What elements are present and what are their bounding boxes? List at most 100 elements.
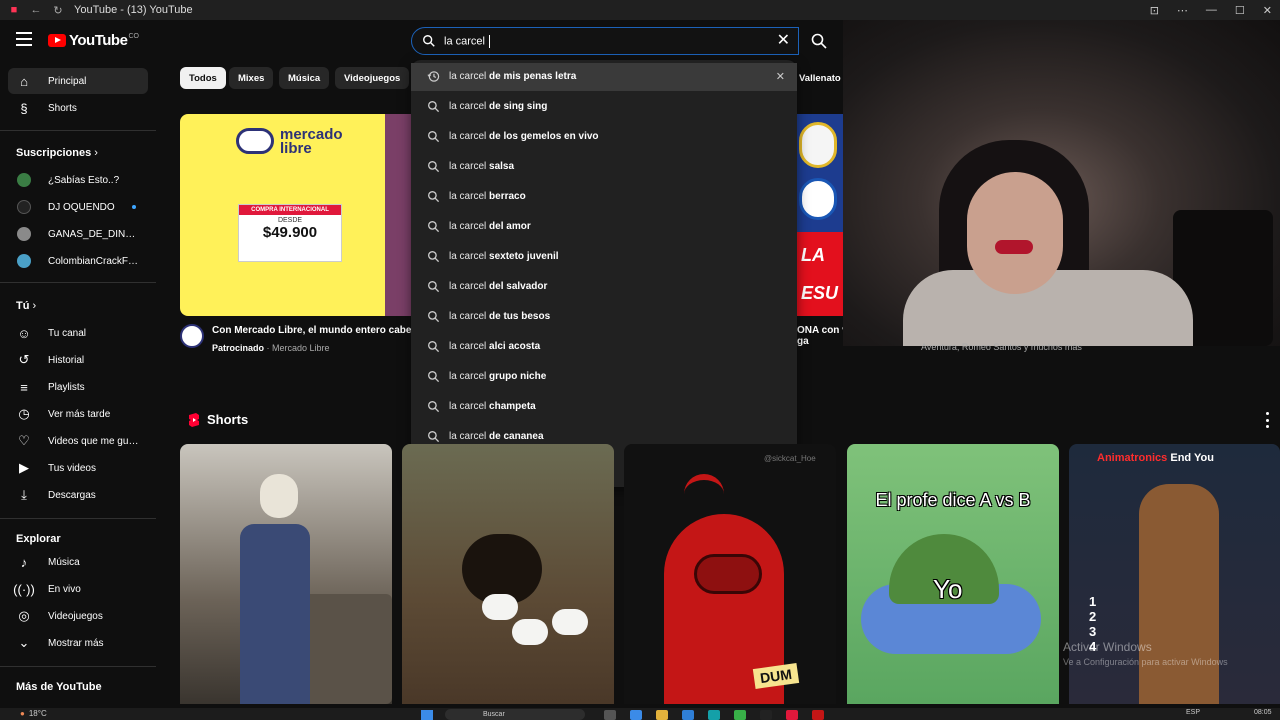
clear-search-icon[interactable]: ✕ — [777, 33, 790, 49]
close-window-button[interactable]: ✕ — [1263, 4, 1272, 17]
search-icon — [428, 311, 440, 323]
you-heading[interactable]: Tú › — [16, 300, 36, 312]
sidebar-item-tus-videos[interactable]: ▶ Tus videos — [8, 455, 148, 481]
search-input[interactable]: la carcel ✕ — [411, 27, 799, 55]
mercado-libre-logo-icon — [236, 128, 274, 154]
youtube-logo[interactable]: YouTube CO — [48, 32, 139, 49]
suggestion-text: la carcel del salvador — [449, 281, 548, 292]
sidebar-item-liked-videos[interactable]: ♡ Videos que me gus... — [8, 428, 148, 454]
short-thumbnail[interactable]: El profe dice A vs B Yo — [847, 444, 1059, 704]
search-suggestion[interactable]: la carcel de los gemelos en vivo — [411, 123, 797, 151]
search-suggestion[interactable]: la carcel del salvador — [411, 273, 797, 301]
chip-mixes[interactable]: Mixes — [229, 67, 274, 89]
app-menu-icon[interactable]: ⊡ — [1150, 4, 1159, 17]
live-icon: ((·)) — [13, 581, 35, 597]
suggestion-text: la carcel de cananea — [449, 431, 544, 442]
sidebar-item-tu-canal[interactable]: ☺ Tu canal — [8, 320, 148, 346]
menu-icon[interactable] — [16, 32, 32, 46]
search-suggestion[interactable]: la carcel champeta — [411, 393, 797, 421]
suggestion-text: la carcel salsa — [449, 161, 515, 172]
advertiser-avatar[interactable] — [180, 324, 204, 348]
ad-title[interactable]: Con Mercado Libre, el mundo entero cabe — [212, 325, 412, 336]
suggestion-text: la carcel del amor — [449, 221, 531, 232]
reload-icon[interactable]: ↻ — [50, 4, 66, 17]
taskbar-app-icon[interactable] — [656, 710, 668, 720]
maximize-button[interactable]: ☐ — [1235, 4, 1245, 17]
short-thumbnail[interactable]: @sickcat_Hoe DUM — [624, 444, 836, 704]
search-suggestion[interactable]: la carcel de tus besos — [411, 303, 797, 331]
taskbar-app-icon[interactable] — [760, 710, 772, 720]
sidebar-item-subscription[interactable]: DJ OQUENDO — [8, 194, 148, 220]
search-button[interactable] — [800, 27, 838, 55]
person-coat — [903, 270, 1193, 346]
more-options-icon[interactable] — [1264, 412, 1270, 428]
taskbar-app-icon[interactable] — [682, 710, 694, 720]
sidebar-item-subscription[interactable]: ¿Sabías Esto..? — [8, 167, 148, 193]
clock[interactable]: 08:05 — [1254, 709, 1272, 716]
short-handle: @sickcat_Hoe — [764, 454, 816, 463]
advertiser-name[interactable]: Mercado Libre — [272, 343, 330, 353]
start-button[interactable] — [421, 710, 433, 720]
language-indicator[interactable]: ESP — [1186, 709, 1200, 716]
search-suggestion[interactable]: la carcel del amor — [411, 213, 797, 241]
taskbar-app-icon[interactable] — [786, 710, 798, 720]
search-suggestion[interactable]: la carcel de mis penas letra ✕ — [411, 63, 797, 91]
sidebar-item-en-vivo[interactable]: ((·)) En vivo — [8, 576, 148, 602]
sidebar-item-subscription[interactable]: GANAS_DE_DINERO — [8, 221, 148, 247]
weather-widget[interactable]: ● 18°C — [20, 709, 47, 718]
ad-thumbnail[interactable]: mercado libre COMPRA INTERNACIONAL DESDE … — [180, 114, 411, 316]
logo-text: YouTube — [69, 32, 128, 49]
taskbar-app-icon[interactable] — [604, 710, 616, 720]
subscriptions-heading[interactable]: Suscripciones › — [16, 147, 98, 159]
taskbar-search[interactable]: Buscar — [445, 709, 585, 720]
gaming-icon: ◎ — [18, 608, 30, 623]
chip-todos[interactable]: Todos — [180, 67, 226, 89]
search-icon — [428, 371, 440, 383]
search-icon — [811, 33, 827, 49]
car-image — [300, 594, 392, 704]
weather-temp: 18°C — [28, 709, 47, 718]
window-controls: ⊡ ⋯ — ☐ ✕ — [1150, 0, 1272, 20]
search-suggestion[interactable]: la carcel salsa — [411, 153, 797, 181]
video-title[interactable]: ONA con v ga — [797, 325, 845, 347]
logo-country: CO — [128, 33, 139, 40]
chevron-right-icon: › — [94, 147, 98, 159]
remove-suggestion-icon[interactable]: ✕ — [776, 70, 785, 83]
sidebar-item-historial[interactable]: ↺ Historial — [8, 347, 148, 373]
sidebar-item-playlists[interactable]: ≡ Playlists — [8, 374, 148, 400]
badge-top: COMPRA INTERNACIONAL — [239, 205, 341, 215]
sidebar-item-descargas[interactable]: ⤓ Descargas — [8, 482, 148, 508]
search-icon — [428, 341, 440, 353]
more-icon[interactable]: ⋯ — [1177, 4, 1188, 17]
short-thumbnail[interactable] — [180, 444, 392, 704]
sidebar-item-subscription[interactable]: ColombianCrackFa... — [8, 248, 148, 274]
taskbar-app-icon[interactable] — [812, 710, 824, 720]
video-thumbnail[interactable]: LA ESU — [797, 114, 843, 316]
chip-vallenato[interactable]: Vallenato — [797, 67, 841, 89]
search-suggestion[interactable]: la carcel grupo niche — [411, 363, 797, 391]
taskbar-app-icon[interactable] — [708, 710, 720, 720]
chip-videojuegos[interactable]: Videojuegos — [335, 67, 410, 89]
divider — [0, 282, 156, 283]
sidebar-item-mostrar-mas[interactable]: ⌄ Mostrar más — [8, 630, 148, 656]
sidebar-item-ver-mas-tarde[interactable]: ◷ Ver más tarde — [8, 401, 148, 427]
sidebar-item-shorts[interactable]: § Shorts — [8, 95, 148, 121]
search-suggestion[interactable]: la carcel sexteto juvenil — [411, 243, 797, 271]
taskbar-app-icon[interactable] — [734, 710, 746, 720]
short-thumbnail[interactable] — [402, 444, 614, 704]
search-suggestion[interactable]: la carcel alci acosta — [411, 333, 797, 361]
search-suggestion[interactable]: la carcel berraco — [411, 183, 797, 211]
search-icon — [428, 401, 440, 413]
taskbar-app-icon[interactable] — [630, 710, 642, 720]
sidebar-item-label: Tus videos — [48, 462, 96, 474]
minimize-button[interactable]: — — [1206, 4, 1217, 16]
back-icon[interactable]: ← — [28, 4, 44, 16]
youtube-play-icon — [48, 34, 66, 47]
suggestion-text: la carcel de tus besos — [449, 311, 551, 322]
chip-musica[interactable]: Música — [279, 67, 330, 89]
sidebar-item-label: GANAS_DE_DINERO — [48, 228, 140, 240]
sidebar-item-musica[interactable]: ♪ Música — [8, 549, 148, 575]
sidebar-item-principal[interactable]: ⌂ Principal — [8, 68, 148, 94]
search-suggestion[interactable]: la carcel de sing sing — [411, 93, 797, 121]
sidebar-item-videojuegos[interactable]: ◎ Videojuegos — [8, 603, 148, 629]
